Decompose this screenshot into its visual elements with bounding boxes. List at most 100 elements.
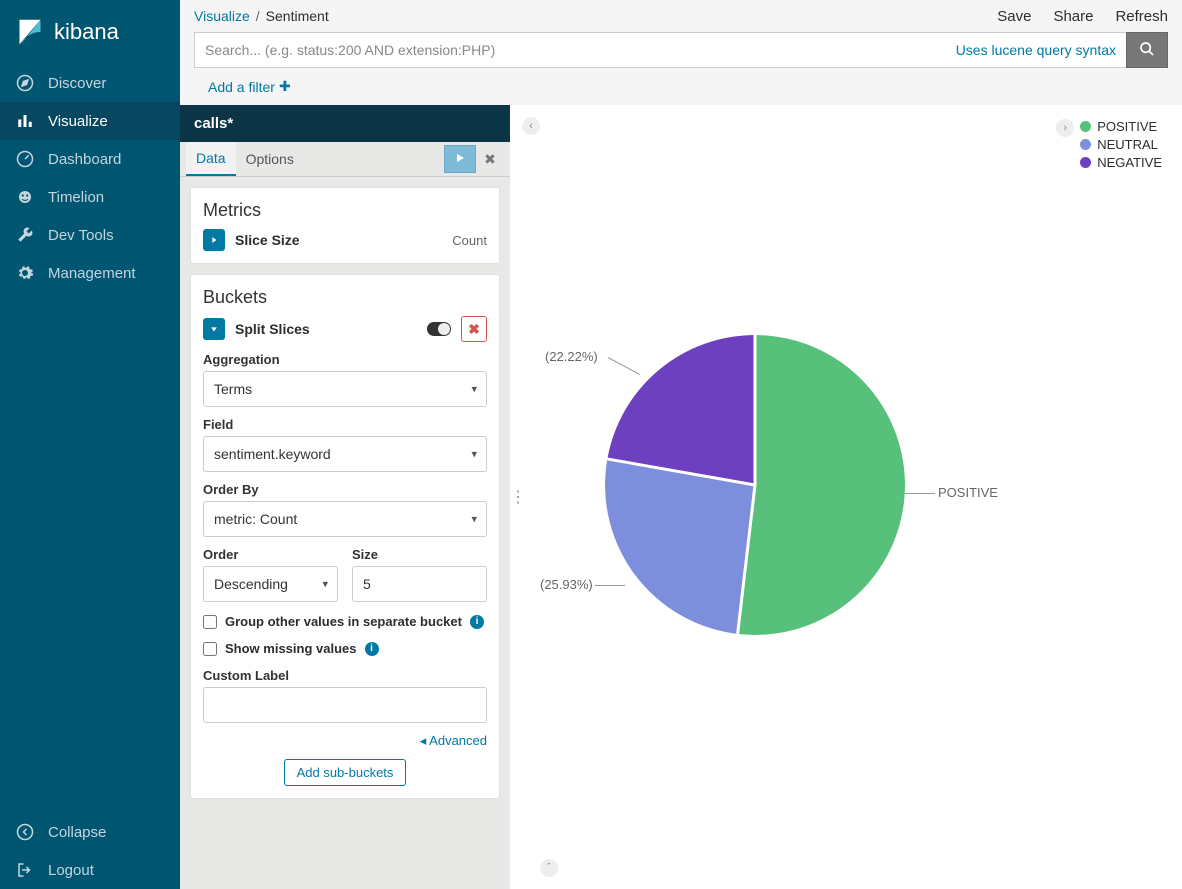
order-label: Order bbox=[203, 547, 338, 562]
metrics-card: Metrics Slice Size Count bbox=[190, 187, 500, 264]
aggregation-select[interactable]: Terms bbox=[203, 371, 487, 407]
pie-chart[interactable] bbox=[605, 335, 905, 638]
save-button[interactable]: Save bbox=[997, 8, 1031, 25]
legend-label: NEGATIVE bbox=[1097, 155, 1162, 170]
play-icon bbox=[454, 151, 466, 167]
discard-changes-button[interactable]: ✖ bbox=[476, 145, 504, 173]
sidebar-item-visualize[interactable]: Visualize bbox=[0, 102, 180, 140]
pie-label-neutral: (25.93%) bbox=[540, 577, 593, 592]
legend-color-swatch bbox=[1080, 121, 1091, 132]
brand-name: kibana bbox=[54, 19, 119, 45]
sidebar-item-dev-tools[interactable]: Dev Tools bbox=[0, 216, 180, 254]
add-filter-label: Add a filter bbox=[208, 79, 275, 95]
legend-item-positive[interactable]: POSITIVE bbox=[1080, 119, 1162, 134]
legend-label: NEUTRAL bbox=[1097, 137, 1158, 152]
chevron-left-icon: ‹ bbox=[529, 120, 533, 132]
pie-slice-positive[interactable] bbox=[738, 335, 905, 635]
caret-down-icon bbox=[209, 321, 219, 337]
refresh-button[interactable]: Refresh bbox=[1115, 8, 1168, 25]
resize-handle[interactable]: ⋮ bbox=[510, 487, 524, 507]
legend-item-negative[interactable]: NEGATIVE bbox=[1080, 155, 1162, 170]
caret-right-icon bbox=[209, 232, 219, 248]
share-button[interactable]: Share bbox=[1053, 8, 1093, 25]
sidebar-item-label: Timelion bbox=[48, 189, 104, 206]
group-other-label: Group other values in separate bucket bbox=[225, 614, 462, 629]
sidebar-item-collapse[interactable]: Collapse bbox=[0, 813, 180, 851]
orderby-select[interactable]: metric: Count bbox=[203, 501, 487, 537]
legend: › POSITIVE NEUTRAL NEGATIV bbox=[1056, 119, 1162, 170]
main: Visualize / Sentiment Save Share Refresh… bbox=[180, 0, 1182, 889]
metrics-title: Metrics bbox=[203, 200, 487, 221]
sidebar-item-timelion[interactable]: Timelion bbox=[0, 178, 180, 216]
group-other-checkbox[interactable] bbox=[203, 615, 217, 629]
sidebar-item-label: Dashboard bbox=[48, 151, 121, 168]
bar-chart-icon bbox=[16, 112, 34, 130]
sidebar-item-management[interactable]: Management bbox=[0, 254, 180, 292]
bucket-delete-button[interactable]: ✖ bbox=[461, 316, 487, 342]
order-select[interactable]: Descending bbox=[203, 566, 338, 602]
gear-icon bbox=[16, 264, 34, 282]
gauge-icon bbox=[16, 150, 34, 168]
bucket-toggle-button[interactable] bbox=[203, 318, 225, 340]
panel-collapse-left-button[interactable]: ‹ bbox=[522, 117, 540, 135]
sidebar-item-dashboard[interactable]: Dashboard bbox=[0, 140, 180, 178]
custom-label-input[interactable] bbox=[203, 687, 487, 723]
index-pattern-header: calls* bbox=[180, 105, 510, 142]
sidebar-item-label: Dev Tools bbox=[48, 227, 114, 244]
search-button[interactable] bbox=[1126, 32, 1168, 68]
compass-icon bbox=[16, 74, 34, 92]
sidebar-item-discover[interactable]: Discover bbox=[0, 64, 180, 102]
legend-label: POSITIVE bbox=[1097, 119, 1157, 134]
legend-item-neutral[interactable]: NEUTRAL bbox=[1080, 137, 1162, 152]
slice-size-value: Count bbox=[452, 233, 487, 248]
lucene-syntax-link[interactable]: Uses lucene query syntax bbox=[946, 32, 1126, 68]
aggregation-label: Aggregation bbox=[203, 352, 487, 367]
chevron-right-icon: › bbox=[1063, 122, 1067, 134]
label-connector bbox=[905, 493, 935, 494]
visualization-area: ‹ ⋮ › POSITIVE NEUTRAL bbox=[510, 105, 1182, 889]
field-label: Field bbox=[203, 417, 487, 432]
advanced-link[interactable]: ◂ Advanced bbox=[203, 733, 487, 749]
buckets-title: Buckets bbox=[203, 287, 487, 308]
slice-size-label: Slice Size bbox=[235, 232, 300, 248]
legend-toggle-button[interactable]: › bbox=[1056, 119, 1074, 137]
breadcrumb-current: Sentiment bbox=[266, 8, 329, 24]
size-input[interactable] bbox=[352, 566, 487, 602]
breadcrumb-root[interactable]: Visualize bbox=[194, 8, 250, 24]
search-input[interactable] bbox=[194, 32, 946, 68]
group-other-row[interactable]: Group other values in separate bucket i bbox=[203, 614, 487, 629]
tab-data[interactable]: Data bbox=[186, 142, 236, 176]
wrench-icon bbox=[16, 226, 34, 244]
custom-label: Custom Label bbox=[203, 668, 487, 683]
sidebar-item-label: Visualize bbox=[48, 113, 108, 130]
tab-options[interactable]: Options bbox=[236, 143, 304, 175]
show-missing-label: Show missing values bbox=[225, 641, 357, 656]
apply-changes-button[interactable] bbox=[444, 145, 476, 173]
sidebar-item-label: Logout bbox=[48, 862, 94, 879]
sidebar-item-label: Discover bbox=[48, 75, 106, 92]
scroll-to-top-button[interactable]: ˆ bbox=[540, 859, 558, 877]
bucket-enabled-toggle[interactable] bbox=[427, 322, 451, 336]
brand[interactable]: kibana bbox=[0, 0, 180, 64]
close-icon: ✖ bbox=[484, 151, 496, 168]
info-icon[interactable]: i bbox=[470, 615, 484, 629]
field-select[interactable]: sentiment.keyword bbox=[203, 436, 487, 472]
plus-icon: ✚ bbox=[279, 78, 291, 95]
legend-color-swatch bbox=[1080, 139, 1091, 150]
label-connector bbox=[595, 585, 625, 586]
show-missing-row[interactable]: Show missing values i bbox=[203, 641, 487, 656]
collapse-icon bbox=[16, 823, 34, 841]
pie-slice-neutral[interactable] bbox=[605, 459, 755, 634]
buckets-card: Buckets Split Slices ✖ A bbox=[190, 274, 500, 799]
orderby-label: Order By bbox=[203, 482, 487, 497]
sidebar-item-label: Collapse bbox=[48, 824, 106, 841]
split-slices-label: Split Slices bbox=[235, 321, 310, 337]
logout-icon bbox=[16, 861, 34, 879]
sidebar-item-logout[interactable]: Logout bbox=[0, 851, 180, 889]
add-sub-buckets-button[interactable]: Add sub-buckets bbox=[284, 759, 407, 786]
info-icon[interactable]: i bbox=[365, 642, 379, 656]
pie-label-negative: (22.22%) bbox=[545, 349, 598, 364]
show-missing-checkbox[interactable] bbox=[203, 642, 217, 656]
add-filter-button[interactable]: Add a filter ✚ bbox=[208, 78, 291, 95]
metric-toggle-button[interactable] bbox=[203, 229, 225, 251]
